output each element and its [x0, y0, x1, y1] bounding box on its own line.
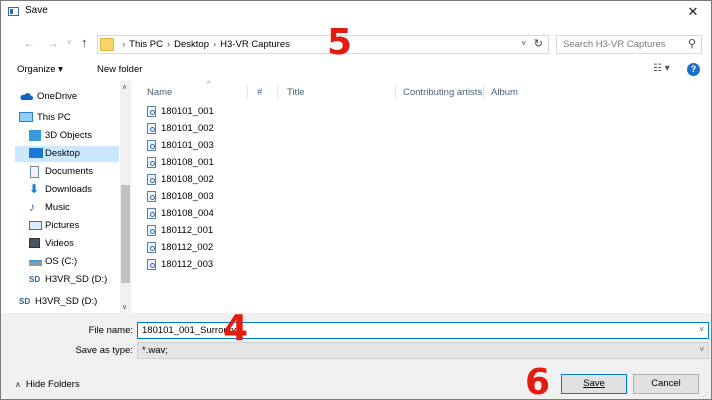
- nav-item-pictures[interactable]: Pictures: [15, 218, 119, 234]
- navigation-scrollbar[interactable]: ∧ ∨: [120, 81, 131, 313]
- save-as-type-label: Save as type:: [75, 345, 133, 356]
- hide-folders-label: Hide Folders: [25, 379, 80, 390]
- document-icon: [30, 166, 39, 178]
- column-header-name[interactable]: Name: [147, 87, 172, 98]
- nav-item-h3vr-sd-d[interactable]: SD H3VR_SD (D:): [15, 272, 119, 288]
- close-button[interactable]: ✕: [679, 2, 707, 22]
- video-icon: [29, 238, 40, 248]
- chevron-down-icon[interactable]: ˅: [699, 345, 704, 354]
- nav-item-h3vr-sd-d-root[interactable]: SD H3VR_SD (D:): [15, 294, 119, 310]
- save-options-panel: File name: 180101_001_Surround ˅ Save as…: [1, 313, 711, 399]
- title-bar: Save ✕: [1, 1, 711, 23]
- window-icon: [8, 7, 19, 16]
- up-arrow-icon[interactable]: ↑: [81, 35, 88, 50]
- audio-file-icon: [147, 225, 156, 236]
- nav-item-desktop[interactable]: Desktop: [15, 146, 119, 162]
- audio-file-icon: [147, 123, 156, 134]
- column-header-title[interactable]: Title: [287, 87, 305, 98]
- address-dropdown-icon[interactable]: ˅: [521, 39, 526, 48]
- cube-icon: [29, 130, 41, 141]
- desktop-icon: [29, 148, 43, 158]
- scroll-up-icon[interactable]: ∧: [122, 83, 127, 91]
- drive-icon: [29, 260, 42, 266]
- scroll-thumb[interactable]: [121, 185, 130, 283]
- address-row: ← → ˅ ↑ › This PC › Desktop › H3-VR Captures …: [1, 31, 711, 59]
- save-dialog: Save ✕ ← → ˅ ↑ › This PC › Desktop › H3-VR Ca…: [0, 0, 712, 400]
- chevron-up-icon: ∧: [15, 380, 21, 389]
- chevron-right-icon: ›: [122, 39, 126, 50]
- chevron-down-icon[interactable]: ˅: [699, 325, 704, 334]
- cancel-button[interactable]: Cancel: [633, 374, 699, 394]
- save-button[interactable]: Save: [561, 374, 627, 394]
- address-bar[interactable]: › This PC › Desktop › H3-VR Captures ˅ ↻: [97, 35, 549, 54]
- chevron-right-icon: ›: [166, 39, 171, 50]
- cloud-icon: [20, 93, 33, 100]
- computer-icon: [19, 112, 33, 122]
- file-name-label: File name:: [88, 325, 133, 336]
- help-icon[interactable]: ?: [687, 63, 700, 76]
- picture-icon: [29, 221, 42, 230]
- column-divider[interactable]: [483, 85, 484, 99]
- audio-file-icon: [147, 106, 156, 117]
- sd-card-icon: SD: [29, 275, 41, 284]
- back-arrow-icon[interactable]: ←: [23, 36, 35, 50]
- audio-file-icon: [147, 259, 156, 270]
- nav-item-downloads[interactable]: ⬇ Downloads: [15, 182, 119, 198]
- annotation-number: 6: [525, 362, 551, 400]
- audio-file-icon: [147, 140, 156, 151]
- search-placeholder: Search H3-VR Captures: [563, 39, 666, 50]
- audio-file-icon: [147, 174, 156, 185]
- sort-ascending-icon: ^: [207, 81, 211, 88]
- hide-folders-button[interactable]: ∧ Hide Folders: [15, 379, 80, 390]
- folder-icon: [100, 38, 114, 51]
- file-list: ^ Name # Title Contributing artists Albu…: [147, 81, 518, 270]
- column-divider[interactable]: [247, 85, 248, 99]
- nav-item-documents[interactable]: Documents: [15, 164, 119, 180]
- breadcrumb-this-pc[interactable]: This PC: [129, 39, 163, 50]
- sd-card-icon: SD: [19, 297, 31, 306]
- search-icon: ⚲: [687, 38, 696, 50]
- breadcrumb: › This PC › Desktop › H3-VR Captures: [118, 39, 290, 50]
- annotation-number: 4: [223, 308, 249, 349]
- nav-item-music[interactable]: ♪ Music: [15, 200, 119, 216]
- audio-file-icon: [147, 208, 156, 219]
- scroll-down-icon[interactable]: ∨: [122, 303, 127, 311]
- search-input[interactable]: Search H3-VR Captures ⚲: [556, 35, 702, 54]
- navigation-pane: OneDrive This PC 3D Objects Desktop Docu…: [15, 81, 119, 313]
- recent-locations-icon[interactable]: ˅: [67, 38, 72, 47]
- nav-item-3d-objects[interactable]: 3D Objects: [15, 128, 119, 144]
- refresh-icon[interactable]: ↻: [534, 37, 543, 50]
- nav-item-onedrive[interactable]: OneDrive: [15, 89, 119, 105]
- column-header-album[interactable]: Album: [491, 87, 518, 98]
- command-bar: Organize ▾ New folder ☷ ▾ ?: [1, 59, 711, 81]
- download-arrow-icon: ⬇: [29, 182, 40, 196]
- column-divider[interactable]: [395, 85, 396, 99]
- audio-file-icon: [147, 242, 156, 253]
- resize-grip-icon[interactable]: ⋰: [702, 391, 709, 399]
- nav-item-videos[interactable]: Videos: [15, 236, 119, 252]
- column-divider[interactable]: [277, 85, 278, 99]
- column-header-contributing-artists[interactable]: Contributing artists: [403, 87, 482, 98]
- window-title: Save: [25, 5, 48, 16]
- forward-arrow-icon[interactable]: →: [47, 36, 59, 50]
- new-folder-button[interactable]: New folder: [97, 64, 142, 75]
- nav-item-this-pc[interactable]: This PC: [15, 110, 119, 126]
- audio-file-icon: [147, 191, 156, 202]
- organize-button[interactable]: Organize ▾: [17, 64, 63, 75]
- nav-item-os-c[interactable]: OS (C:): [15, 254, 119, 270]
- column-header-number[interactable]: #: [257, 87, 262, 98]
- music-note-icon: ♪: [29, 200, 35, 214]
- view-options-icon[interactable]: ☷ ▾: [653, 63, 670, 74]
- annotation-number: 5: [327, 22, 353, 63]
- audio-file-icon: [147, 157, 156, 168]
- breadcrumb-desktop[interactable]: Desktop: [174, 39, 209, 50]
- chevron-right-icon: ›: [213, 39, 217, 50]
- save-button-label: Save: [583, 378, 605, 389]
- save-as-type-value: *.wav;: [142, 345, 168, 356]
- breadcrumb-current[interactable]: H3-VR Captures: [220, 39, 290, 50]
